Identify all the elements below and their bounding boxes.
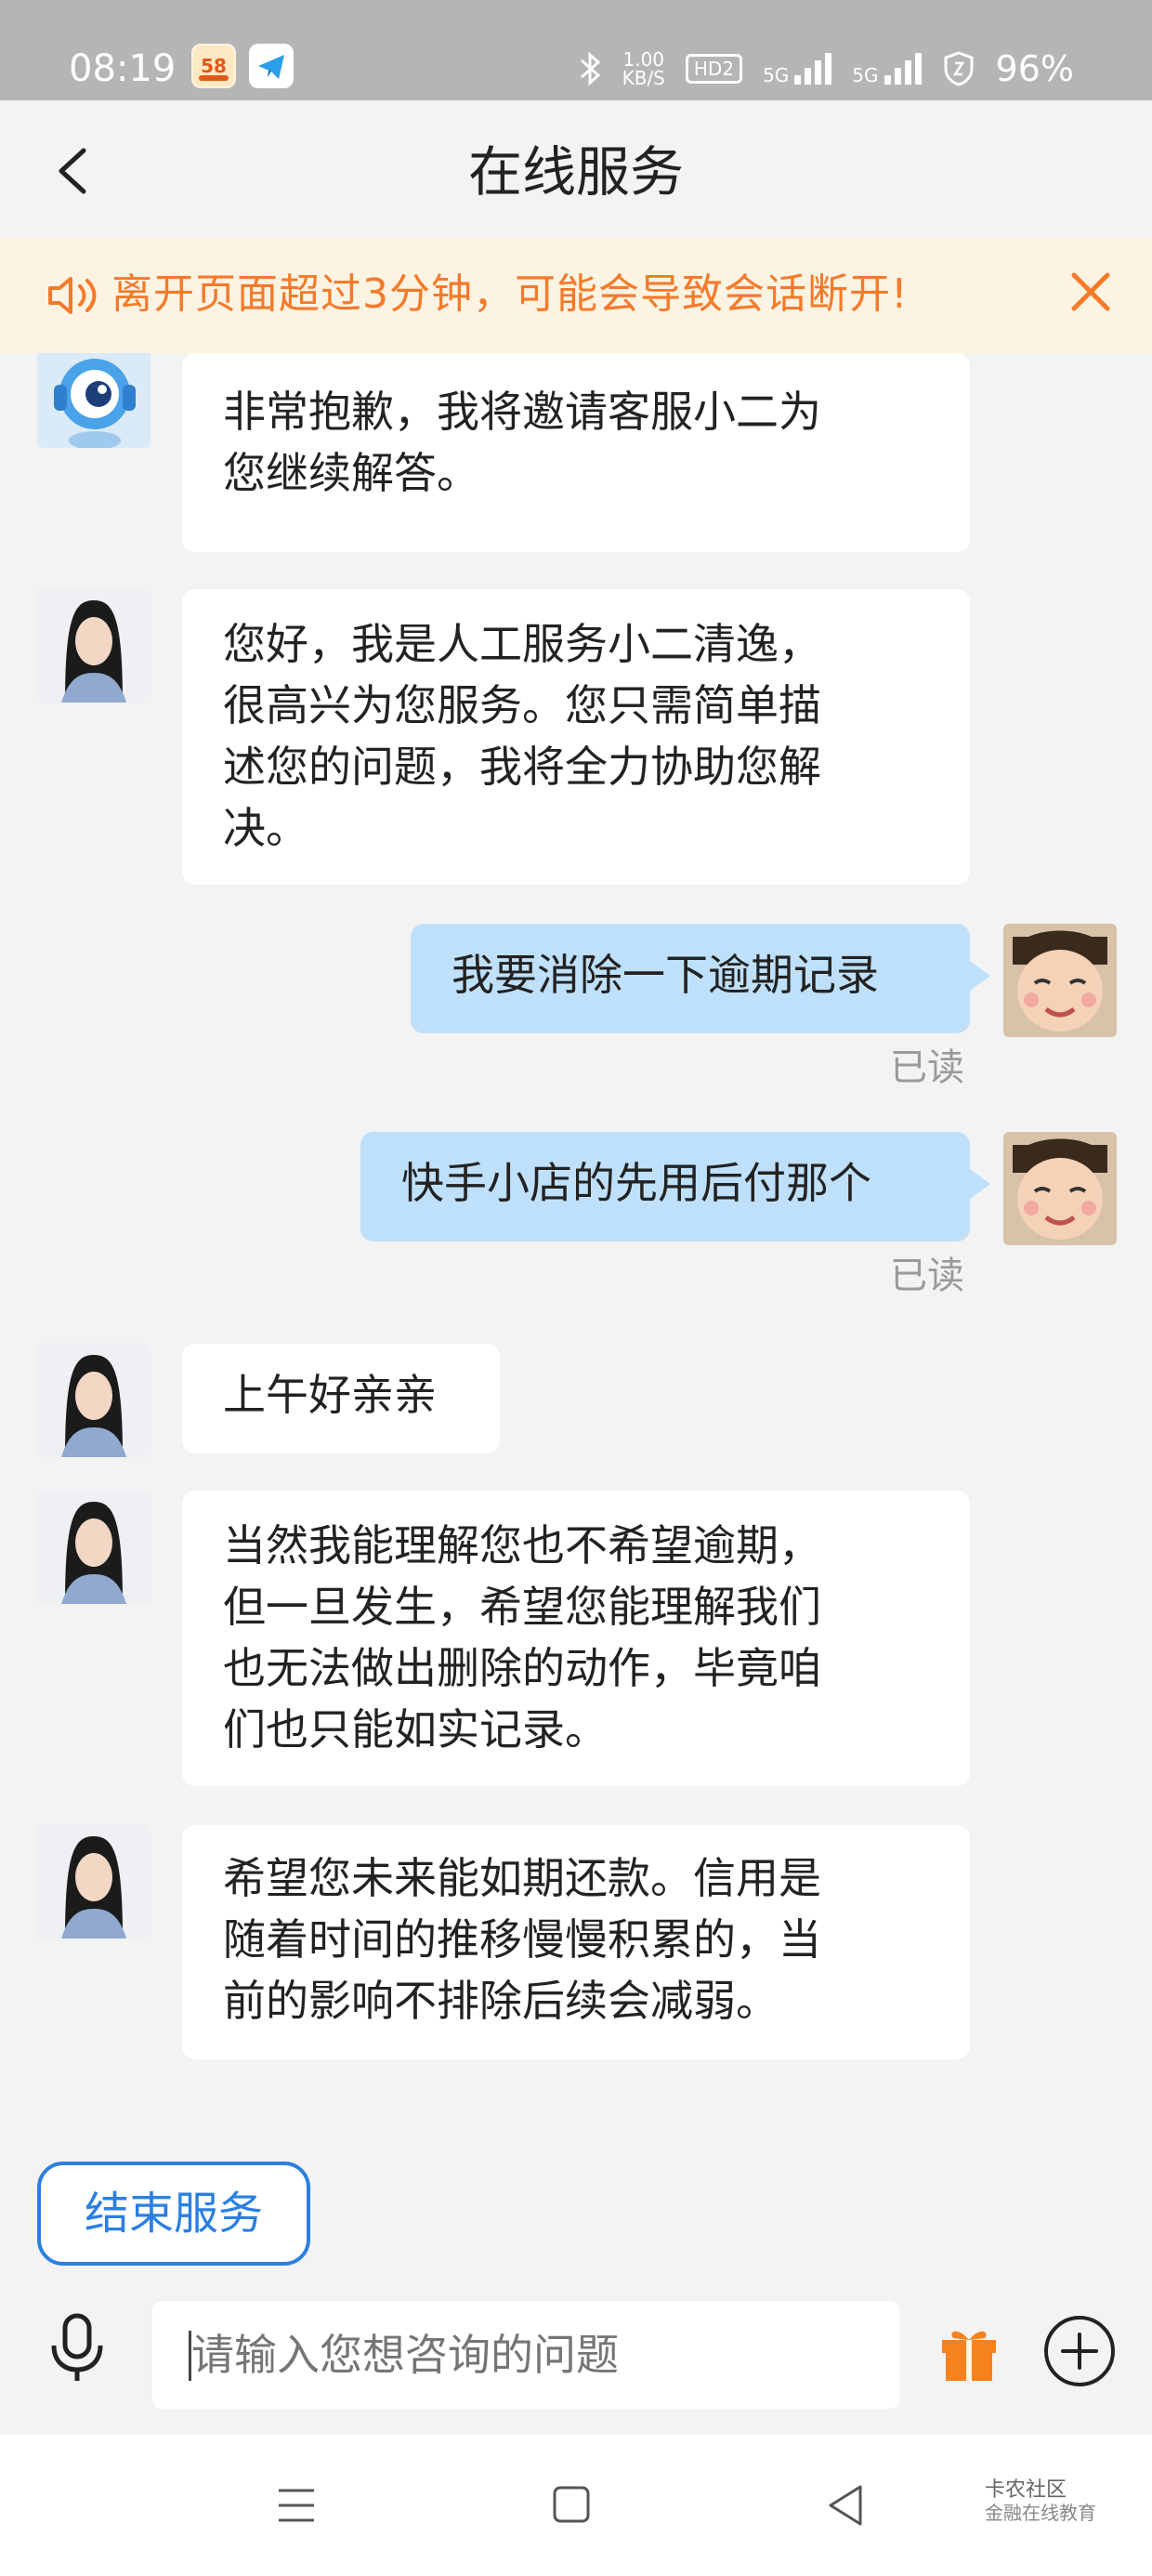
read-status: 已读 (890, 1255, 964, 1297)
message-bubble-right: 我要消除一下逾期记录 (411, 924, 990, 1033)
message-line: 希望您未来能如期还款。信用是 (223, 1853, 821, 1903)
message-line: 决。 (223, 803, 308, 853)
net-speed: 1.00 KB/S (622, 50, 665, 87)
message-bubble-left: 非常抱歉，我将邀请客服小二为 您继续解答。 (182, 353, 970, 552)
message-input[interactable] (152, 2301, 899, 2409)
session-notice-overlay: 离开页面超过3分钟，可能会导致会话断开! (0, 238, 1152, 353)
read-status: 已读 (890, 1046, 964, 1089)
status-right: 1.00 KB/S HD2 5G 5G 96% (578, 46, 1074, 91)
watermark-subtitle: 金融在线教育 (985, 2502, 1096, 2524)
page-title: 在线服务 (467, 140, 684, 204)
header: 在线服务 (0, 100, 1152, 238)
sim1-label: 5G (763, 64, 790, 86)
robot-avatar (37, 336, 151, 448)
plus-circle-icon[interactable] (1042, 2314, 1117, 2388)
home-square-icon[interactable] (552, 2485, 591, 2524)
message-line: 快手小店的先用后付那个 (401, 1158, 871, 1208)
menu-icon[interactable] (277, 2487, 316, 2524)
system-nav-bar: 卡农社区 金融在线教育 (0, 2435, 1152, 2576)
speaker-icon (48, 277, 97, 314)
message-line: 当然我能理解您也不希望逾期， (223, 1520, 821, 1571)
notice-text: 离开页面超过3分钟，可能会导致会话断开! (111, 270, 909, 318)
message-line: 很高兴为您服务。您只需简单描 (223, 680, 821, 730)
microphone-icon[interactable] (46, 2312, 108, 2385)
agent-avatar (37, 1491, 151, 1604)
text-cursor (189, 2331, 191, 2381)
message-line: 随着时间的推移慢慢积累的，当 (223, 1914, 821, 1965)
agent-avatar (37, 1344, 151, 1457)
user-avatar (1003, 1132, 1117, 1245)
message-bubble-left: 希望您未来能如期还款。信用是 随着时间的推移慢慢积累的，当 前的影响不排除后续会… (182, 1825, 970, 2059)
user-avatar (1003, 924, 1117, 1037)
telegram-icon (249, 44, 294, 88)
battery-percent: 96% (995, 48, 1074, 89)
message-line: 述您的问题，我将全力协助您解 (223, 742, 821, 792)
message-line: 非常抱歉，我将邀请客服小二为 (223, 387, 821, 437)
watermark: 卡农社区 金融在线教育 (985, 2478, 1096, 2525)
message-bubble-left: 上午好亲亲 (182, 1344, 500, 1453)
message-line: 上午好亲亲 (223, 1370, 437, 1420)
svg-text:58: 58 (201, 55, 227, 77)
signal-icon (794, 53, 832, 85)
58-app-icon: 58 (191, 44, 236, 88)
message-line: 前的影响不排除后续会减弱。 (223, 1976, 779, 2026)
close-icon[interactable] (1068, 269, 1113, 314)
message-bubble-left: 您好，我是人工服务小二清逸， 很高兴为您服务。您只需简单描 述您的问题，我将全力… (182, 589, 970, 885)
message-bubble-left: 当然我能理解您也不希望逾期， 但一旦发生，希望您能理解我们 也无法做出删除的动作… (182, 1491, 970, 1786)
message-line: 您好，我是人工服务小二清逸， (223, 619, 821, 669)
status-time: 08:19 (69, 47, 177, 90)
shield-icon (944, 51, 974, 86)
back-triangle-icon[interactable] (825, 2483, 866, 2528)
bluetooth-icon (580, 51, 600, 86)
watermark-title: 卡农社区 (985, 2478, 1067, 2502)
message-line: 但一旦发生，希望您能理解我们 (223, 1582, 821, 1632)
signal-icon-2 (884, 53, 922, 85)
end-service-button[interactable]: 结束服务 (37, 2162, 310, 2266)
message-bubble-right: 快手小店的先用后付那个 (360, 1132, 990, 1242)
message-line: 您继续解答。 (223, 448, 479, 498)
net-speed-value: 1.00 (622, 48, 665, 71)
message-line: 们也只能如实记录。 (223, 1704, 608, 1755)
hd-badge: HD2 (685, 54, 743, 84)
sim2-label: 5G (852, 64, 879, 86)
agent-avatar (37, 589, 151, 703)
gift-icon[interactable] (936, 2320, 1001, 2385)
input-bar (0, 2286, 1152, 2435)
status-bar: 08:19 58 1.00 KB/S HD2 5G 5G 96% (0, 0, 1152, 100)
agent-avatar (37, 1825, 151, 1939)
message-line: 我要消除一下逾期记录 (452, 950, 879, 1000)
net-speed-unit: KB/S (622, 67, 665, 89)
message-line: 也无法做出删除的动作，毕竟咱 (223, 1643, 821, 1693)
